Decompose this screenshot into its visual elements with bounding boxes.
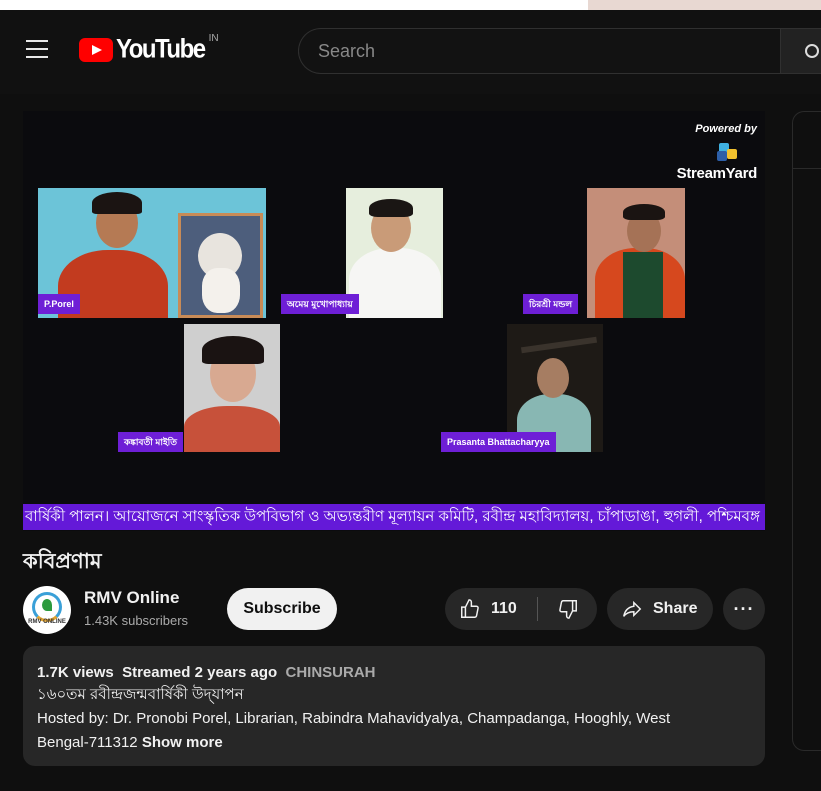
participant-name-label: চিরশ্রী মন্ডল bbox=[523, 294, 579, 314]
more-actions-button[interactable]: ··· bbox=[723, 588, 765, 630]
participant-name-label: অমেয় মুখোপাধ্যায় bbox=[281, 294, 359, 314]
powered-by-text: Powered by bbox=[695, 123, 757, 135]
like-dislike-group: 110 bbox=[445, 588, 597, 630]
search-placeholder: Search bbox=[318, 40, 376, 61]
like-button[interactable]: 110 bbox=[445, 588, 535, 630]
share-arrow-icon bbox=[623, 600, 642, 618]
description-box[interactable]: 1.7K views Streamed 2 years ago CHINSURA… bbox=[23, 646, 765, 766]
search-icon bbox=[805, 44, 819, 58]
participant-tile-3: চিরশ্রী মন্ডল bbox=[523, 188, 685, 318]
participant-name-label: P.Porel bbox=[38, 294, 80, 314]
description-line-2: Hosted by: Dr. Pronobi Porel, Librarian,… bbox=[37, 710, 671, 727]
masthead: YouTube IN Search bbox=[0, 10, 821, 94]
thumbs-up-icon bbox=[461, 599, 479, 618]
streamyard-watermark: Powered by StreamYard bbox=[676, 123, 758, 182]
show-more-link[interactable]: Show more bbox=[142, 734, 223, 751]
logo-wordmark: YouTube bbox=[116, 34, 206, 65]
country-code: IN bbox=[208, 32, 219, 44]
participant-name-label: Prasanta Bhattacharyya bbox=[441, 432, 556, 452]
like-count: 110 bbox=[491, 600, 517, 617]
browser-top-strip bbox=[0, 0, 821, 10]
thumbs-down-icon bbox=[558, 600, 577, 619]
ticker-banner: বার্ষিকী পালন। আয়োজনে সাংস্কৃতিক উপবিভা… bbox=[23, 504, 765, 530]
video-title: কবিপ্রণাম bbox=[23, 550, 102, 573]
subscribe-button[interactable]: Subscribe bbox=[227, 588, 337, 630]
participant-tile-5: Prasanta Bhattacharyya bbox=[441, 324, 603, 452]
subscriber-count: 1.43K subscribers bbox=[84, 613, 189, 628]
stream-date: Streamed 2 years ago bbox=[122, 664, 278, 681]
page-bottom bbox=[0, 770, 821, 791]
avatar-text: RMV ONLINE bbox=[28, 619, 66, 625]
description-meta: 1.7K views Streamed 2 years ago CHINSURA… bbox=[37, 662, 751, 683]
search-button[interactable] bbox=[780, 28, 821, 74]
streamyard-logo-icon bbox=[713, 141, 743, 163]
participant-tile-4: কঙ্কাবতী মাইতি bbox=[118, 324, 280, 452]
location-tag[interactable]: CHINSURAH bbox=[286, 664, 376, 681]
description-line-1: ১৬০তম রবীন্দ্রজন্মবার্ষিকী উদ্‌যাপন bbox=[37, 686, 244, 703]
dislike-button[interactable] bbox=[538, 588, 597, 630]
participant-tile-1: P.Porel bbox=[38, 188, 266, 318]
description-address: Bengal-711312 bbox=[37, 734, 138, 751]
description-line-3: Bengal-711312 Show more bbox=[37, 731, 751, 755]
side-panel-edge bbox=[792, 111, 821, 751]
youtube-logo[interactable]: YouTube IN bbox=[79, 32, 219, 65]
play-logo-icon bbox=[79, 38, 113, 62]
share-label: Share bbox=[653, 600, 698, 617]
channel-name[interactable]: RMV Online bbox=[84, 588, 179, 608]
streamyard-name: StreamYard bbox=[676, 165, 758, 182]
search-input[interactable]: Search bbox=[298, 28, 780, 74]
video-player[interactable]: Powered by StreamYard P.Porel অমেয় মুখো… bbox=[23, 111, 765, 531]
leaf-icon bbox=[42, 599, 52, 611]
hamburger-menu-icon[interactable] bbox=[26, 40, 48, 58]
view-count: 1.7K views bbox=[37, 664, 114, 681]
participant-name-label: কঙ্কাবতী মাইতি bbox=[118, 432, 183, 452]
channel-avatar[interactable]: RMV ONLINE bbox=[23, 586, 71, 634]
participant-tile-2: অমেয় মুখোপাধ্যায় bbox=[281, 188, 443, 318]
share-button[interactable]: Share bbox=[607, 588, 713, 630]
browser-tab-edge bbox=[588, 0, 821, 10]
